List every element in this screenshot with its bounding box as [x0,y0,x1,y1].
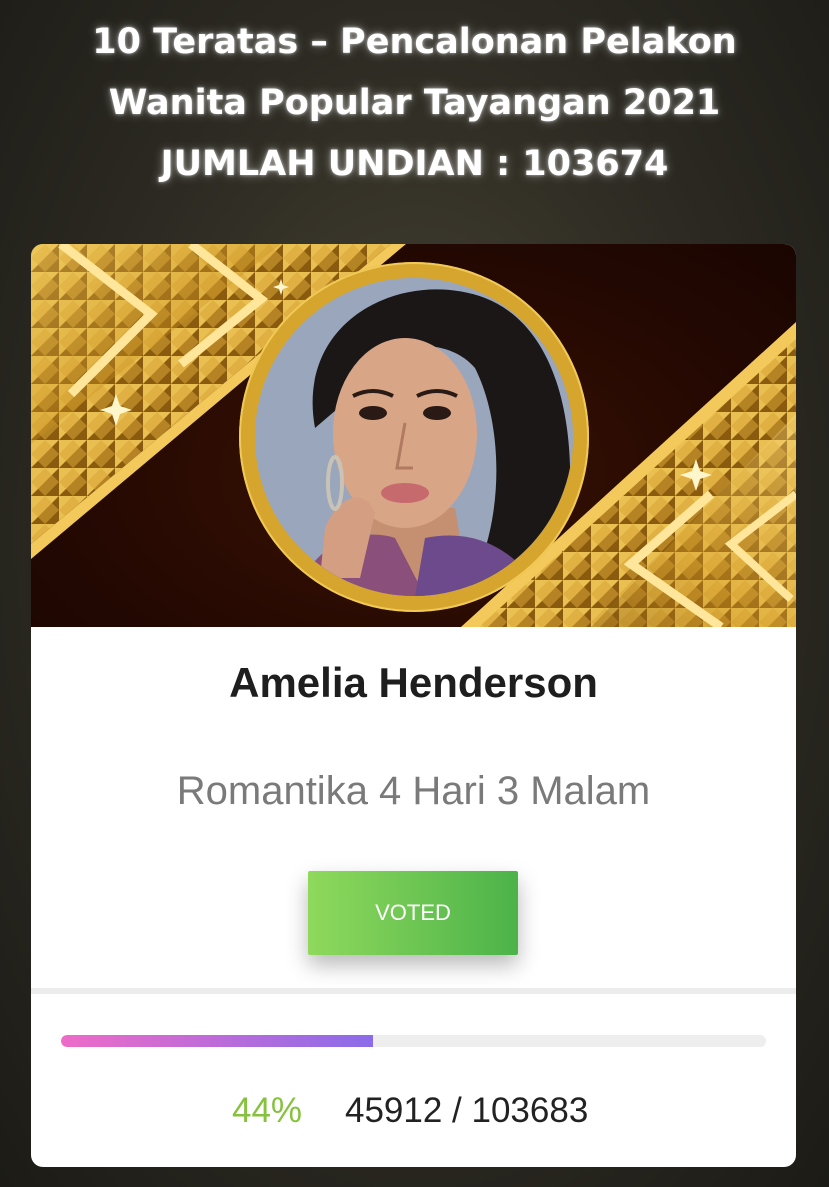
vote-progress-fill [61,1035,373,1047]
vote-progress-bar [61,1035,766,1047]
vote-count: 45912 / 103683 [345,1091,589,1130]
card-divider [31,988,796,994]
header-title-line-1: 10 Teratas – Pencalonan Pelakon [92,22,737,62]
nominee-banner [31,244,796,627]
portrait-frame [239,262,589,612]
nominee-card: Amelia Henderson Romantika 4 Hari 3 Mala… [31,244,796,1167]
voted-button[interactable]: VOTED [308,871,518,955]
portrait-image [255,278,573,596]
nominee-show-title: Romantika 4 Hari 3 Malam [176,769,651,813]
nominee-portrait [255,278,573,596]
vote-percentage: 44% [232,1091,303,1130]
header-title-line-2: Wanita Popular Tayangan 2021 [108,83,721,123]
total-votes-heading: JUMLAH UNDIAN : 103674 [160,144,669,184]
page-header: 10 Teratas – Pencalonan Pelakon Wanita P… [0,12,829,195]
nominee-name: Amelia Henderson [229,659,598,706]
